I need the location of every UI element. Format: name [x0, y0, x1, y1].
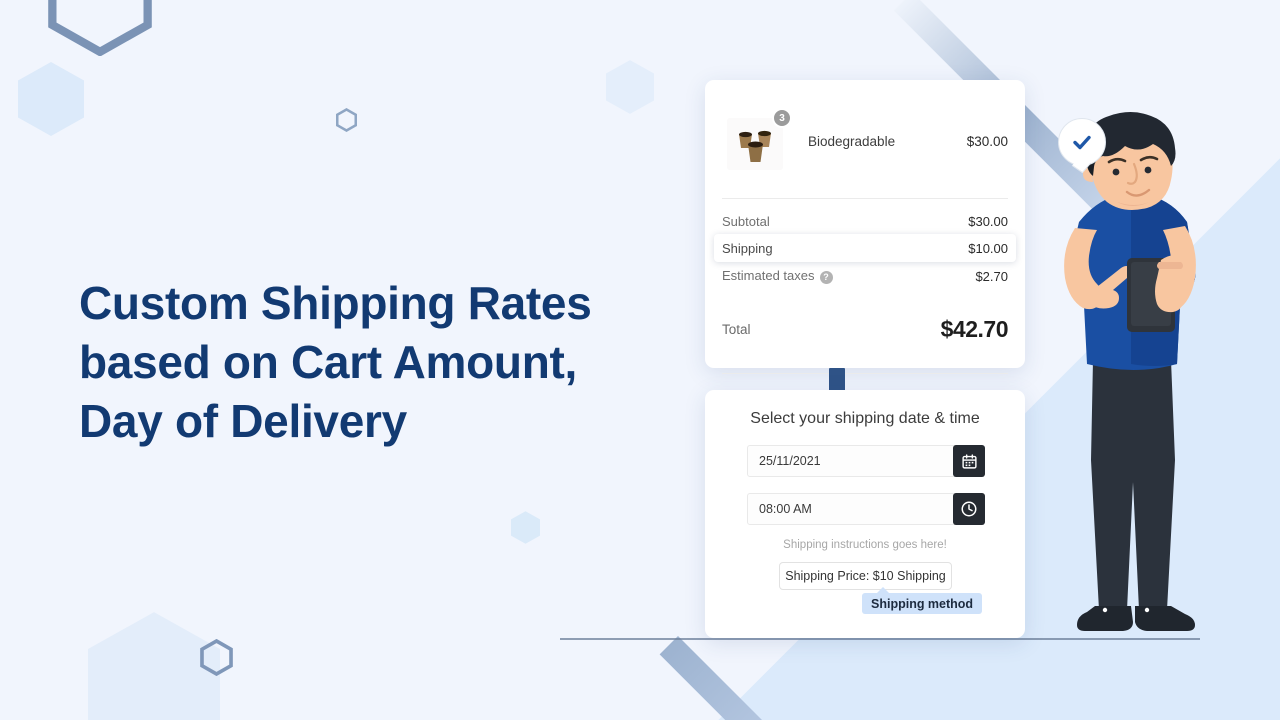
shipping-method-field[interactable]: Shipping Price: $10 Shipping: [779, 562, 952, 590]
hex-filled-upper-mid-icon: [606, 60, 654, 114]
divider-top: [722, 198, 1008, 199]
hex-outline-top-edge-icon: [48, 0, 152, 56]
summary-row-subtotal: Subtotal $30.00: [722, 208, 1008, 234]
summary-row-shipping[interactable]: Shipping $10.00: [714, 234, 1016, 262]
hex-filled-top-left-icon: [18, 62, 84, 136]
time-input[interactable]: 08:00 AM: [747, 493, 984, 525]
calendar-button[interactable]: [953, 445, 985, 477]
headline-line-2: based on Cart Amount,: [79, 336, 578, 388]
headline-line-1: Custom Shipping Rates: [79, 277, 592, 329]
cart-summary-card: 3 Biodegradable $30.00 Subtotal $30.00 S…: [705, 80, 1025, 374]
taxes-value: $2.70: [975, 268, 1008, 284]
subtotal-value: $30.00: [968, 213, 1008, 229]
quantity-badge: 3: [772, 108, 792, 128]
hex-filled-center-icon: [511, 511, 540, 544]
time-input-value: 08:00 AM: [759, 502, 812, 516]
shipping-value: $10.00: [968, 240, 1008, 256]
shipping-method-callout: Shipping method: [862, 587, 983, 614]
card-connector-tab: [829, 368, 845, 392]
shipping-card-title: Select your shipping date & time: [750, 410, 980, 427]
page-title: Custom Shipping Rates based on Cart Amou…: [79, 274, 699, 451]
shipping-method-callout-label: Shipping method: [871, 596, 974, 611]
cart-line-item: 3 Biodegradable $30.00: [722, 108, 1008, 170]
calendar-icon: [961, 453, 977, 469]
person-figure: [1064, 112, 1196, 631]
headline-line-3: Day of Delivery: [79, 395, 407, 447]
shipping-label: Shipping: [722, 240, 773, 256]
product-thumbnail: [727, 118, 783, 170]
product-price: $30.00: [966, 134, 1008, 149]
date-input[interactable]: 25/11/2021: [747, 445, 984, 477]
hex-outline-bottom-icon: [200, 639, 233, 676]
taxes-label: Estimated taxes?: [722, 268, 833, 284]
divider-bottom: [722, 373, 1008, 374]
clock-button[interactable]: [953, 493, 985, 525]
check-badge: [1058, 118, 1106, 166]
total-value: $42.70: [940, 315, 1009, 342]
summary-row-taxes: Estimated taxes? $2.70: [722, 263, 1008, 289]
clock-icon: [961, 501, 977, 517]
total-row: Total $42.70: [722, 312, 1009, 346]
date-input-value: 25/11/2021: [759, 454, 821, 468]
hex-small-outline-top-icon: [336, 108, 357, 132]
taxes-label-text: Estimated taxes: [722, 268, 815, 284]
product-name: Biodegradable: [808, 134, 896, 149]
shipping-method-value: Shipping Price: $10 Shipping: [785, 569, 946, 583]
check-icon: [1073, 135, 1091, 150]
total-label: Total: [722, 321, 751, 337]
hero-banner: Custom Shipping Rates based on Cart Amou…: [0, 0, 1280, 720]
illustration-person: [1035, 110, 1225, 640]
subtotal-label: Subtotal: [722, 213, 770, 229]
shipping-instructions: Shipping instructions goes here!: [783, 539, 947, 551]
shipping-datetime-card: Select your shipping date & time 25/11/2…: [705, 390, 1025, 638]
help-icon[interactable]: ?: [819, 270, 833, 284]
